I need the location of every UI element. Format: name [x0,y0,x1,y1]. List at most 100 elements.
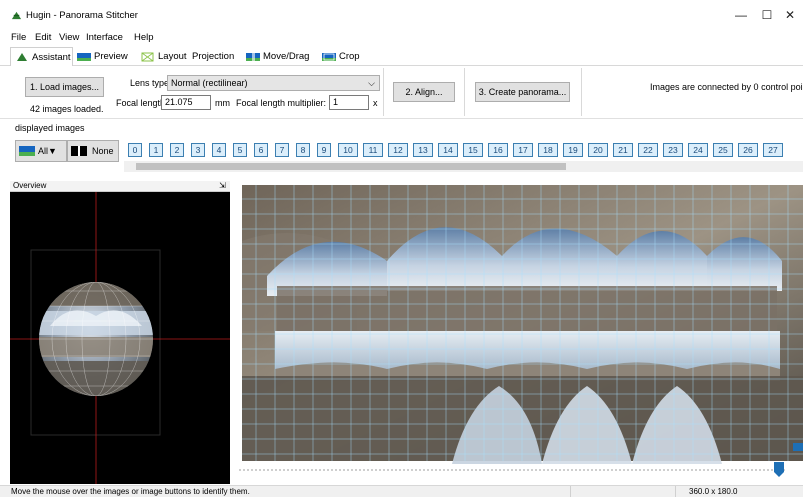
focal-length-label: Focal length: [116,98,168,108]
align-button[interactable]: 2. Align... [393,82,455,102]
image-button-10[interactable]: 10 [338,143,358,157]
pin-icon[interactable]: ⇲ [219,181,226,190]
image-button-14[interactable]: 14 [438,143,458,157]
multiplier-unit: x [373,98,378,108]
focal-length-unit: mm [215,98,230,108]
divider [464,68,465,116]
crop-icon [322,52,336,61]
image-button-8[interactable]: 8 [296,143,310,157]
image-button-23[interactable]: 23 [663,143,683,157]
image-button-9[interactable]: 9 [317,143,331,157]
create-panorama-button[interactable]: 3. Create panorama... [475,82,570,102]
image-button-11[interactable]: 11 [363,143,383,157]
panorama-preview[interactable] [237,181,803,465]
displayed-images-section: displayed images All▼ None 0 1 2 3 4 5 6 7 8 9 10 1… [0,118,803,180]
divider [581,68,582,116]
overview-3d-view[interactable] [10,181,230,484]
lens-type-value: Normal (rectilinear) [171,78,248,88]
focal-length-input[interactable]: 21.075 [161,95,211,110]
scrollbar-thumb[interactable] [136,163,566,170]
assistant-panel: 1. Load images... 42 images loaded. Lens… [0,66,803,118]
close-button[interactable]: ✕ [776,6,803,24]
divider [383,68,384,116]
image-button-27[interactable]: 27 [763,143,783,157]
image-button-19[interactable]: 19 [563,143,583,157]
image-button-6[interactable]: 6 [254,143,268,157]
tab-assistant-label: Assistant [32,51,71,63]
hugin-icon [11,11,22,20]
panorama-size-label: 360.0 x 180.0 [689,487,738,496]
title-bar: Hugin - Panorama Stitcher — ☐ ✕ [0,0,803,30]
control-points-status: Images are connected by 0 control points [650,82,803,92]
show-none-button[interactable]: None [67,140,119,162]
slider-handle[interactable] [774,462,784,477]
lens-type-label: Lens type: [130,78,172,88]
show-all-label: All▼ [38,146,57,156]
black-image-icon [71,146,87,156]
minimize-button[interactable]: — [727,6,755,24]
tab-preview[interactable]: Preview [73,47,137,66]
image-button-15[interactable]: 15 [463,143,483,157]
tab-preview-label: Preview [94,51,128,62]
overview-header: Overview ⇲ [10,181,230,192]
image-button-21[interactable]: 21 [613,143,633,157]
tab-projection[interactable]: Projection [188,47,242,66]
move-drag-icon [246,51,260,62]
load-images-button[interactable]: 1. Load images... [25,77,104,97]
image-button-17[interactable]: 17 [513,143,533,157]
menu-help[interactable]: Help [134,32,154,43]
image-button-18[interactable]: 18 [538,143,558,157]
tab-crop-label: Crop [339,51,360,62]
multiplier-label: Focal length multiplier: [236,98,327,108]
tab-layout[interactable]: Layout [137,47,187,66]
status-message: Move the mouse over the images or image … [11,487,250,496]
tab-move-drag-label: Move/Drag [263,51,310,62]
overview-pane[interactable] [10,181,230,484]
menu-view[interactable]: View [59,32,79,43]
tab-assistant[interactable]: Assistant [10,47,73,67]
image-button-26[interactable]: 26 [738,143,758,157]
image-button-4[interactable]: 4 [212,143,226,157]
image-button-2[interactable]: 2 [170,143,184,157]
preview-slider[interactable] [237,462,803,482]
layout-icon [141,52,154,61]
image-button-22[interactable]: 22 [638,143,658,157]
hugin-icon [17,53,27,61]
displayed-images-label: displayed images [15,123,85,133]
multiplier-input[interactable]: 1 [329,95,369,110]
lens-type-select[interactable]: Normal (rectilinear) ⌵ [167,75,380,91]
landscape-icon [19,146,35,156]
menu-interface[interactable]: Interface [86,32,123,43]
image-button-0[interactable]: 0 [128,143,142,157]
menu-file[interactable]: File [11,32,26,43]
images-loaded-text: 42 images loaded. [30,104,104,114]
preview-icon [77,52,91,61]
tab-crop[interactable]: Crop [318,47,360,66]
image-button-3[interactable]: 3 [191,143,205,157]
image-button-20[interactable]: 20 [588,143,608,157]
tab-projection-label: Projection [192,51,235,62]
image-button-13[interactable]: 13 [413,143,433,157]
status-bar: Move the mouse over the images or image … [0,485,803,497]
show-all-button[interactable]: All▼ [15,140,67,162]
panorama-preview-pane[interactable] [237,181,803,465]
image-button-24[interactable]: 24 [688,143,708,157]
image-buttons-scrollbar[interactable] [124,161,803,172]
image-button-12[interactable]: 12 [388,143,408,157]
menu-bar: File Edit View Interface Help [0,31,803,45]
vertical-slider-handle[interactable] [793,443,803,451]
tab-layout-label: Layout [158,51,187,62]
image-button-5[interactable]: 5 [233,143,247,157]
image-button-16[interactable]: 16 [488,143,508,157]
main-tabs: Assistant Preview Layout Projection Move… [0,47,803,67]
window-title: Hugin - Panorama Stitcher [26,10,138,21]
divider [570,486,571,497]
image-button-1[interactable]: 1 [149,143,163,157]
tab-move-drag[interactable]: Move/Drag [242,47,317,66]
chevron-down-icon: ⌵ [368,78,375,88]
overview-title: Overview [13,181,47,190]
menu-edit[interactable]: Edit [35,32,51,43]
image-button-7[interactable]: 7 [275,143,289,157]
show-none-label: None [92,146,114,156]
image-button-25[interactable]: 25 [713,143,733,157]
